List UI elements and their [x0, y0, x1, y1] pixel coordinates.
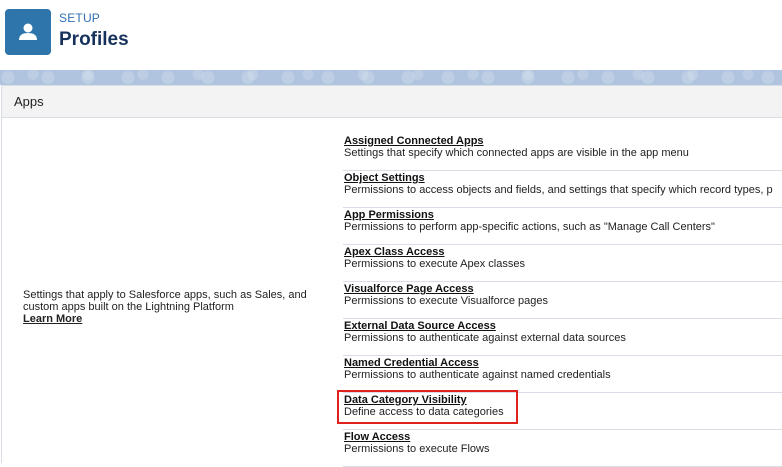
page-header: SETUP Profiles [0, 0, 782, 70]
list-item: Named Credential Access Permissions to a… [343, 356, 782, 393]
item-description: Settings that specify which connected ap… [344, 147, 689, 159]
decorative-band [0, 70, 782, 85]
section-header: Apps [2, 85, 782, 118]
setup-eyebrow: SETUP [59, 11, 101, 25]
section-description-text: Settings that apply to Salesforce apps, … [23, 289, 307, 313]
assigned-connected-apps-link[interactable]: Assigned Connected Apps [344, 135, 484, 147]
item-description: Permissions to execute Visualforce pages [344, 295, 549, 307]
external-data-source-access-link[interactable]: External Data Source Access [344, 320, 496, 332]
named-credential-access-link[interactable]: Named Credential Access [344, 357, 479, 369]
item-description: Permissions to authenticate against name… [344, 369, 611, 381]
item-description: Permissions to authenticate against exte… [344, 332, 626, 344]
list-item: Data Category Visibility Define access t… [343, 393, 782, 430]
flow-access-link[interactable]: Flow Access [344, 431, 410, 443]
object-settings-link[interactable]: Object Settings [344, 172, 425, 184]
visualforce-page-access-link[interactable]: Visualforce Page Access [344, 283, 474, 295]
data-category-visibility-link[interactable]: Data Category Visibility [344, 394, 467, 406]
list-item: Visualforce Page Access Permissions to e… [343, 282, 782, 319]
list-item: App Permissions Permissions to perform a… [343, 208, 782, 245]
list-item: External Data Source Access Permissions … [343, 319, 782, 356]
item-description: Permissions to execute Apex classes [344, 258, 525, 270]
item-description: Permissions to perform app-specific acti… [344, 221, 715, 233]
list-item: Object Settings Permissions to access ob… [343, 171, 782, 208]
item-description: Permissions to access objects and fields… [344, 184, 773, 196]
list-item: Flow Access Permissions to execute Flows [343, 430, 782, 467]
section-title: Apps [14, 94, 44, 109]
item-description: Define access to data categories [344, 406, 504, 418]
learn-more-link[interactable]: Learn More [23, 313, 328, 325]
app-permissions-link[interactable]: App Permissions [344, 209, 434, 221]
item-description: Permissions to execute Flows [344, 443, 490, 455]
list-item: Assigned Connected Apps Settings that sp… [343, 134, 782, 171]
user-icon [5, 9, 51, 55]
list-item: Apex Class Access Permissions to execute… [343, 245, 782, 282]
page-title: Profiles [59, 29, 129, 50]
apex-class-access-link[interactable]: Apex Class Access [344, 246, 445, 258]
section-description: Settings that apply to Salesforce apps, … [23, 289, 328, 325]
